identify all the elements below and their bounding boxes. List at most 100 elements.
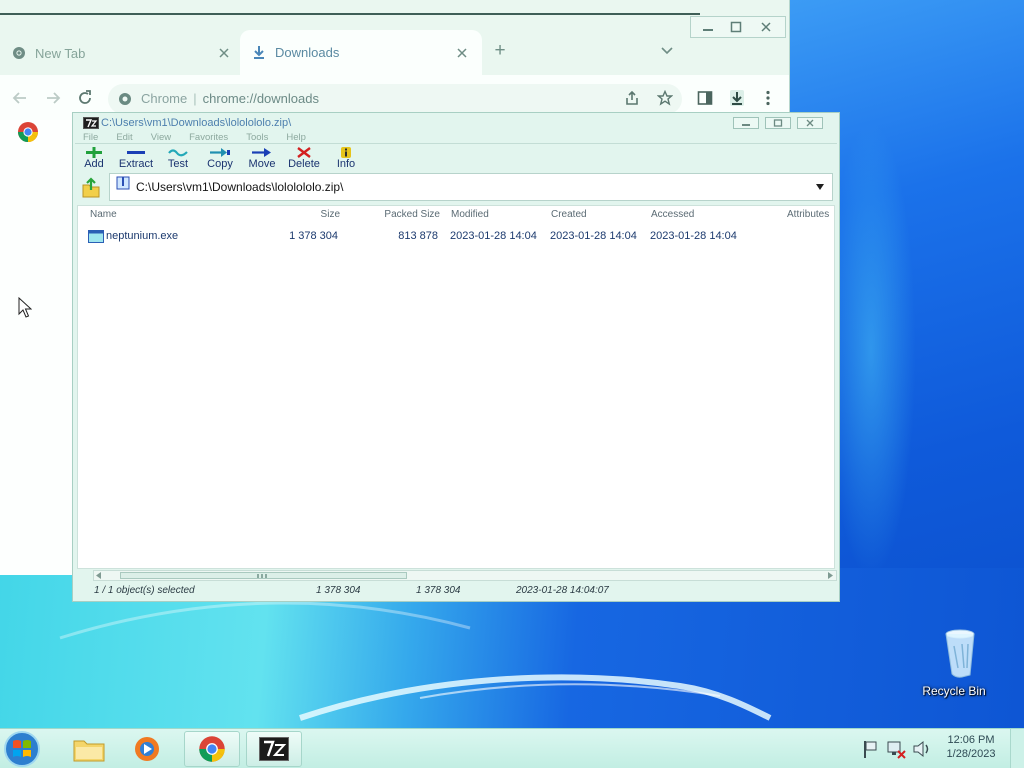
row-modified: 2023-01-28 14:04 — [450, 230, 537, 242]
column-header-name[interactable]: Name — [90, 209, 117, 220]
test-icon — [168, 149, 188, 157]
menu-tools[interactable]: Tools — [246, 132, 268, 143]
taskbar: 12:06 PM 1/28/2023 — [0, 728, 1024, 768]
copy-button[interactable]: Copy — [199, 145, 241, 171]
move-icon — [252, 148, 271, 157]
system-clock[interactable]: 12:06 PM 1/28/2023 — [938, 733, 1004, 761]
download-icon — [254, 46, 264, 59]
info-icon — [341, 147, 351, 158]
star-icon[interactable] — [657, 90, 673, 106]
column-header-size[interactable]: Size — [278, 209, 340, 220]
recycle-bin-icon — [945, 629, 975, 678]
tab-close-icon[interactable] — [456, 47, 468, 59]
recycle-bin-shortcut[interactable]: Recycle Bin — [914, 626, 994, 710]
menu-icon[interactable] — [765, 90, 771, 106]
status-packed-size: 1 378 304 — [416, 585, 461, 596]
file-list: Name Size Packed Size Modified Created A… — [77, 205, 835, 569]
dropdown-arrow-icon[interactable] — [816, 184, 824, 190]
scroll-left-icon[interactable] — [96, 572, 102, 579]
download-icon[interactable] — [730, 90, 744, 106]
site-info-icon[interactable] — [118, 92, 132, 106]
add-button[interactable]: Add — [73, 145, 115, 171]
share-icon[interactable] — [624, 90, 640, 106]
action-center-flag-icon[interactable] — [862, 739, 878, 759]
minimize-button[interactable] — [733, 117, 759, 129]
row-packed-size: 813 878 — [398, 230, 438, 242]
taskbar-explorer-button[interactable] — [60, 731, 118, 767]
row-accessed: 2023-01-28 14:04 — [650, 230, 737, 242]
close-icon — [761, 22, 771, 32]
tab-close-icon[interactable] — [218, 47, 230, 59]
info-button[interactable]: Info — [325, 145, 367, 171]
delete-icon — [297, 147, 311, 158]
column-header-attributes[interactable]: Attributes — [787, 209, 829, 220]
menu-bar: File Edit View Favorites Tools Help — [83, 132, 306, 143]
delete-button[interactable]: Delete — [283, 145, 325, 171]
start-button-icon[interactable] — [2, 730, 42, 768]
chrome-icon — [199, 736, 225, 762]
test-button[interactable]: Test — [157, 145, 199, 171]
7zip-icon — [259, 737, 289, 761]
toolbar-label: Info — [336, 158, 356, 170]
close-button[interactable] — [755, 21, 777, 33]
status-modified: 2023-01-28 14:04:07 — [516, 585, 609, 596]
volume-icon[interactable] — [912, 739, 932, 759]
menu-help[interactable]: Help — [286, 132, 306, 143]
omnibox-text: Chrome | chrome://downloads — [141, 91, 319, 106]
clock-date: 1/28/2023 — [946, 748, 996, 760]
status-size: 1 378 304 — [316, 585, 361, 596]
chrome-logo-icon — [17, 122, 39, 143]
scrollbar-thumb[interactable] — [120, 572, 407, 579]
maximize-icon — [773, 119, 783, 127]
chrome-window-controls — [690, 16, 786, 38]
taskbar-7zip-button[interactable] — [246, 731, 302, 767]
toolbar-label: Add — [84, 158, 104, 170]
horizontal-scrollbar[interactable] — [93, 570, 837, 581]
menu-edit[interactable]: Edit — [116, 132, 132, 143]
back-icon[interactable] — [12, 90, 28, 106]
move-button[interactable]: Move — [241, 145, 283, 171]
close-icon — [806, 119, 814, 127]
7zip-file-manager-window: C:\Users\vm1\Downloads\lololololo.zip\ F… — [72, 112, 840, 602]
menu-file[interactable]: File — [83, 132, 98, 143]
network-icon[interactable] — [886, 739, 906, 759]
row-created: 2023-01-28 14:04 — [550, 230, 637, 242]
reload-icon[interactable] — [77, 90, 93, 106]
status-bar: 1 / 1 object(s) selected 1 378 304 1 378… — [73, 585, 839, 601]
column-header-modified[interactable]: Modified — [451, 209, 489, 220]
windows-explorer-icon — [73, 740, 105, 762]
omnibox-site-label: Chrome — [141, 91, 188, 106]
copy-icon — [210, 148, 230, 157]
omnibox[interactable]: Chrome | chrome://downloads — [108, 84, 682, 114]
new-tab-button[interactable]: + — [492, 41, 508, 60]
maximize-button[interactable] — [725, 21, 747, 33]
menu-favorites[interactable]: Favorites — [189, 132, 228, 143]
column-header-created[interactable]: Created — [551, 209, 587, 220]
path-combobox[interactable]: C:\Users\vm1\Downloads\lololololo.zip\ — [109, 173, 833, 201]
extract-icon — [127, 151, 145, 154]
chevron-down-icon[interactable] — [660, 46, 674, 56]
minimize-button[interactable] — [697, 21, 719, 33]
grip-icon — [257, 574, 267, 578]
7zip-app-icon — [83, 117, 99, 129]
side-panel-icon[interactable] — [697, 90, 713, 106]
forward-icon[interactable] — [45, 90, 61, 106]
scroll-right-icon[interactable] — [828, 572, 834, 579]
minimize-icon — [742, 124, 750, 126]
toolbar-label: Delete — [288, 158, 320, 170]
column-header-accessed[interactable]: Accessed — [651, 209, 694, 220]
mouse-cursor-icon — [18, 297, 32, 318]
extract-button[interactable]: Extract — [115, 145, 157, 171]
maximize-button[interactable] — [765, 117, 791, 129]
taskbar-media-player-button[interactable] — [124, 731, 172, 767]
taskbar-chrome-button[interactable] — [184, 731, 240, 767]
folder-up-icon[interactable] — [81, 177, 101, 199]
tab-downloads[interactable]: Downloads — [240, 30, 482, 75]
menu-view[interactable]: View — [151, 132, 171, 143]
close-button[interactable] — [797, 117, 823, 129]
show-desktop-button[interactable] — [1010, 729, 1024, 768]
media-player-icon — [135, 737, 159, 761]
tab-new-tab[interactable]: New Tab — [0, 32, 240, 75]
column-header-packed-size[interactable]: Packed Size — [368, 209, 440, 220]
omnibox-url: chrome://downloads — [202, 91, 319, 106]
